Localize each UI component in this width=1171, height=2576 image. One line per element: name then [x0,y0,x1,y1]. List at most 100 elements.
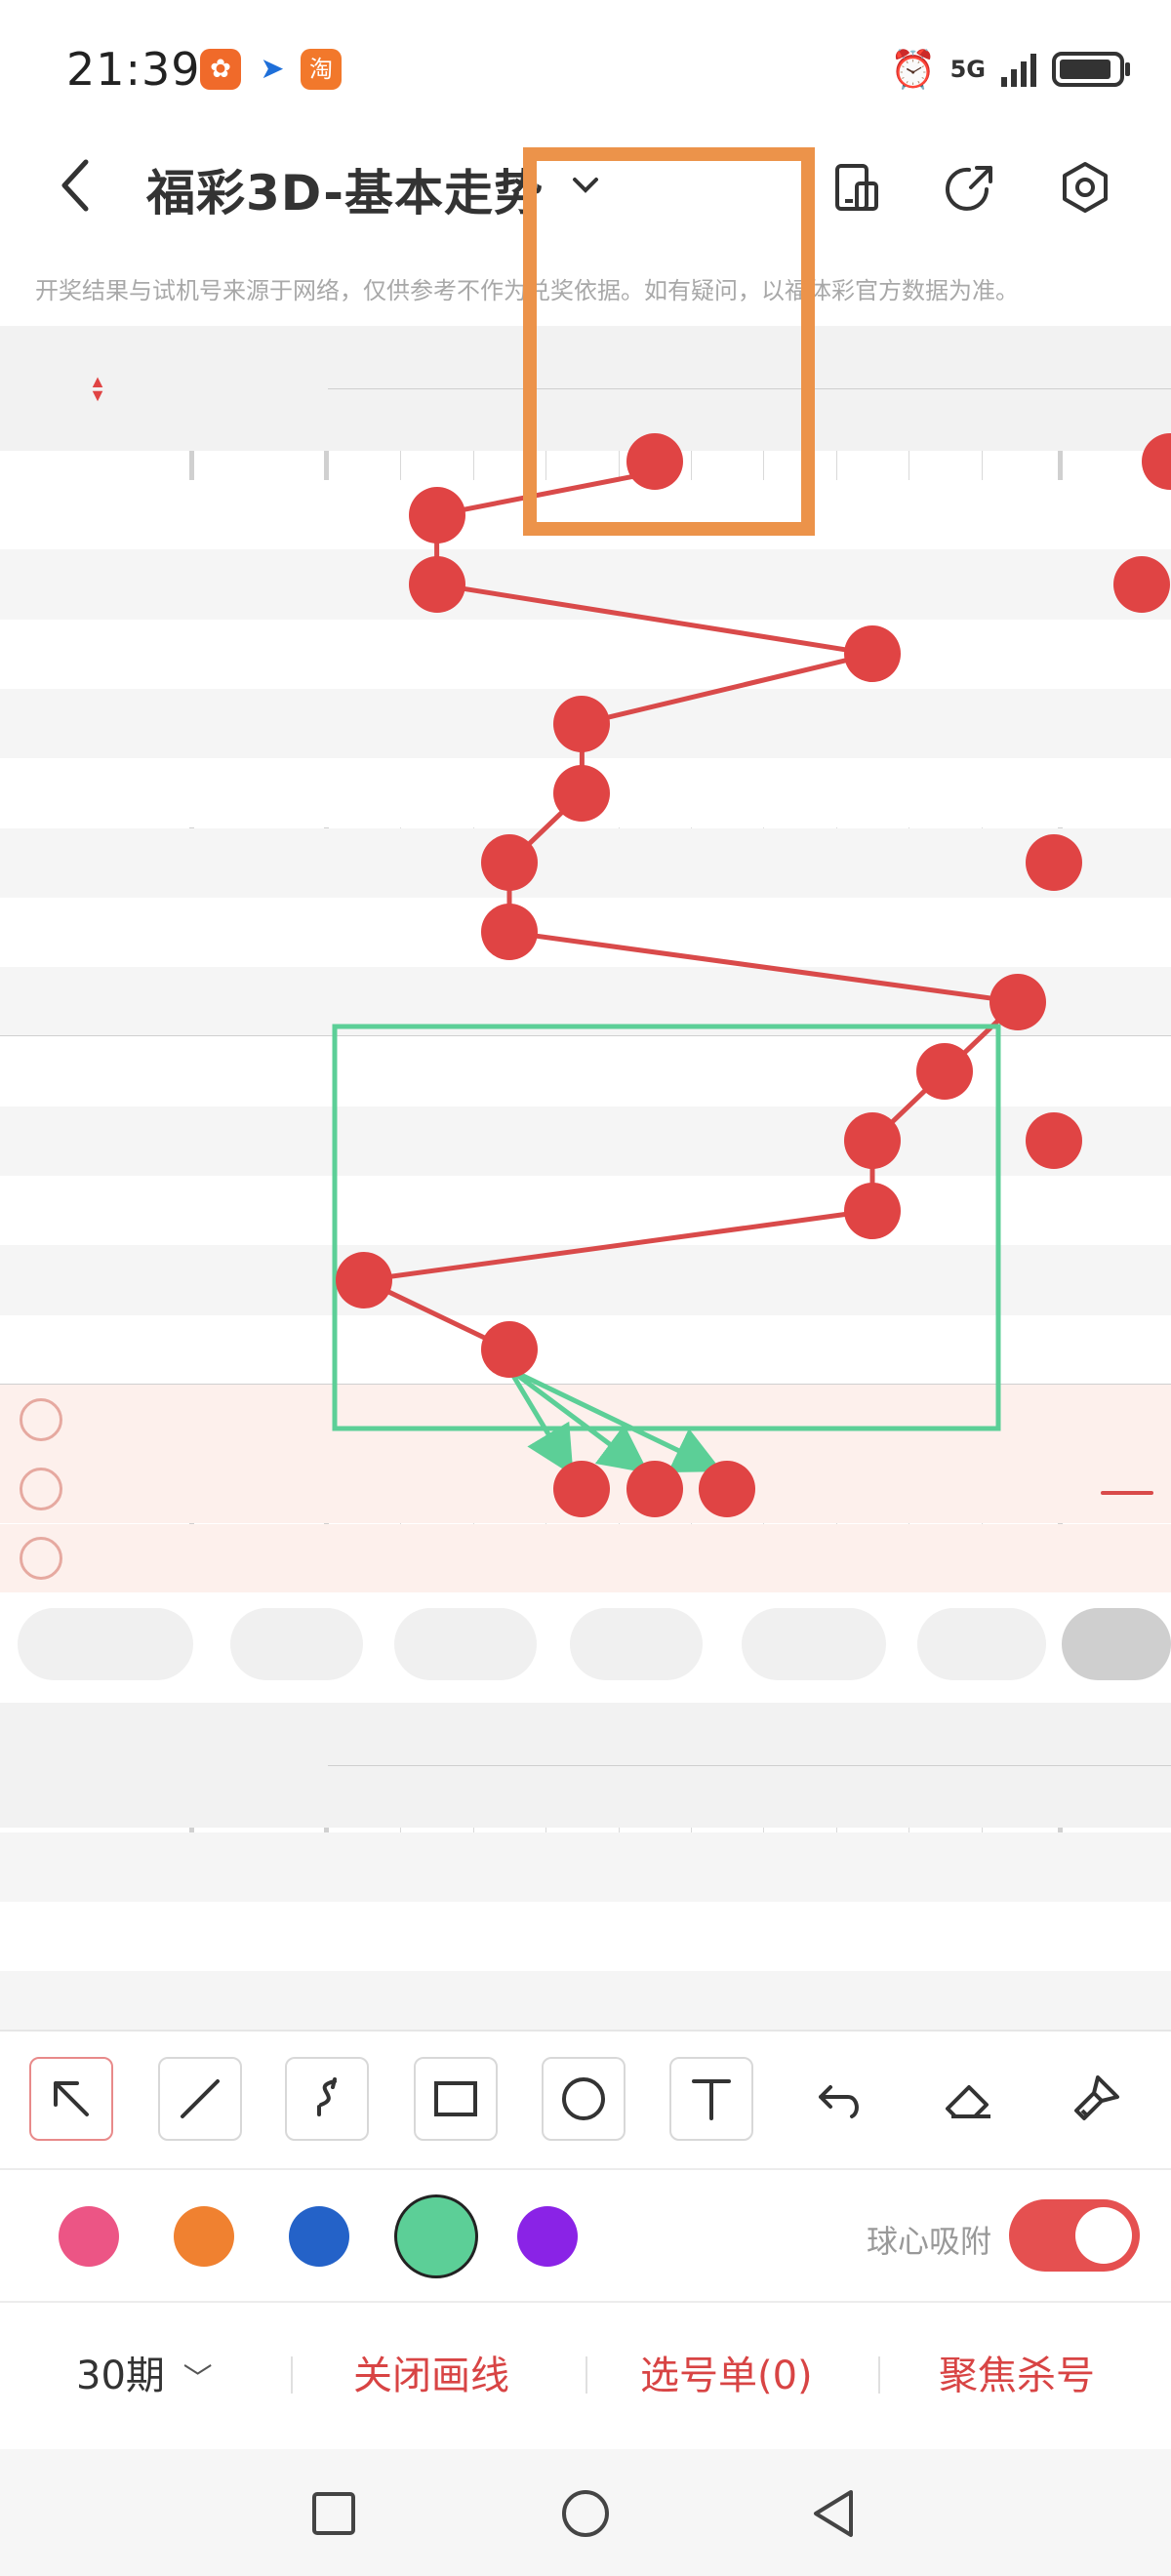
pick-digit [400,1524,472,1593]
omission-value [328,549,400,619]
snap-toggle[interactable] [1009,2199,1140,2272]
move-up-button[interactable] [394,1608,537,1680]
digit-header [909,388,981,451]
next-group-value [1089,1245,1159,1314]
pick-digit [400,1454,472,1523]
page-title[interactable]: 福彩3D-基本走势 [146,154,544,224]
focus-kill-button[interactable]: 聚焦杀号 [939,2344,1095,2400]
color-swatch[interactable] [517,2206,578,2267]
rectangle-icon [434,2081,477,2116]
add-preselect-button[interactable] [18,1608,193,1680]
share-icon[interactable] [942,158,1000,217]
picked-ball[interactable] [699,1460,756,1517]
next-group-value [1089,1315,1159,1385]
omission-value [909,480,981,549]
pick-digit [836,1454,909,1523]
collapse-button[interactable] [1062,1608,1171,1680]
pick-radio[interactable] [20,1385,185,1454]
table-row [0,1036,1171,1107]
omission-value [763,898,835,967]
next-group-hit-ball [1026,834,1082,892]
selection-list-button[interactable]: 选号单(0) [640,2344,813,2400]
color-swatch[interactable] [394,2194,478,2278]
picked-ball[interactable] [626,1460,683,1517]
next-group-value [1089,480,1159,549]
circle-tool[interactable] [542,2057,626,2141]
text-tool[interactable] [669,2057,753,2141]
signal-icon [1001,54,1036,87]
table-row [0,1314,1171,1385]
period-label: 30期 [76,2354,165,2398]
picked-ball[interactable] [553,1460,611,1517]
back-arrow-icon[interactable] [49,154,107,217]
clear-button[interactable] [917,1608,1046,1680]
rectangle-tool[interactable] [414,2057,498,2141]
issue-number [0,1176,189,1245]
omission-value [836,480,909,549]
omission-value [328,898,400,967]
omission-value [619,967,691,1036]
divider [586,2356,587,2394]
sum-value [191,828,324,898]
omission-value [545,1245,618,1314]
hit-ball [408,555,465,613]
stats-row [0,1832,1171,1902]
omission-value [400,967,472,1036]
omission-value [763,1245,835,1314]
color-swatch[interactable] [289,2206,349,2267]
next-group-value [1089,620,1159,689]
pick-digit [763,1385,835,1454]
sum-value [191,1832,324,1902]
chevron-down-icon[interactable] [561,166,610,205]
issue-sort-header[interactable]: ▲ ▼ [0,326,189,451]
omission-value [400,898,472,967]
back-nav-icon[interactable] [810,2488,857,2539]
pick-digit [909,1524,981,1593]
curve-tool[interactable] [285,2057,369,2141]
period-selector[interactable]: 30期 ﹀ [76,2344,213,2400]
next-group-value [1019,1315,1089,1385]
color-swatch[interactable] [174,2206,234,2267]
pick-radio[interactable] [20,1524,185,1593]
digit-header [619,1765,691,1828]
canvas-plus-button[interactable] [742,1608,886,1680]
sum-value [191,620,324,689]
close-draw-button[interactable]: 关闭画线 [353,2344,509,2400]
omission-value [545,967,618,1036]
move-down-button[interactable] [570,1608,703,1680]
omission-value [400,1245,472,1314]
stats-value [763,1971,835,2030]
table-row [0,897,1171,968]
stats-value [400,1832,472,1902]
eraser-tool[interactable] [927,2057,1011,2141]
select-arrow-tool[interactable] [29,2057,113,2141]
pick-digit [1019,1454,1089,1523]
omission-value [619,549,691,619]
omission-value [836,689,909,758]
stats-value [328,1832,400,1902]
omission-value [328,1176,400,1245]
hit-ball [481,1321,538,1379]
omission-value [328,758,400,827]
settings-icon[interactable] [1056,158,1114,217]
line-tool[interactable] [158,2057,242,2141]
omission-value [836,1315,909,1385]
next-group-value [1089,1176,1159,1245]
next-group-hit-ball [1026,1112,1082,1170]
pick-radio[interactable] [20,1454,185,1523]
clear-brush-tool[interactable] [1054,2057,1138,2141]
home-icon[interactable] [560,2488,611,2539]
layout-toggle-icon[interactable] [828,158,886,217]
digit-header [545,1765,618,1828]
delete-button[interactable] [230,1608,363,1680]
digit-header [1019,1765,1089,1828]
undo-tool[interactable] [798,2057,882,2141]
stats-corner [0,1703,189,1828]
omission-value [545,480,618,549]
digit-header [400,1765,472,1828]
recent-apps-icon[interactable] [310,2490,357,2537]
omission-value [836,828,909,898]
stats-value [1089,1902,1159,1971]
pick-digit [1019,1385,1089,1454]
color-swatch[interactable] [59,2206,119,2267]
